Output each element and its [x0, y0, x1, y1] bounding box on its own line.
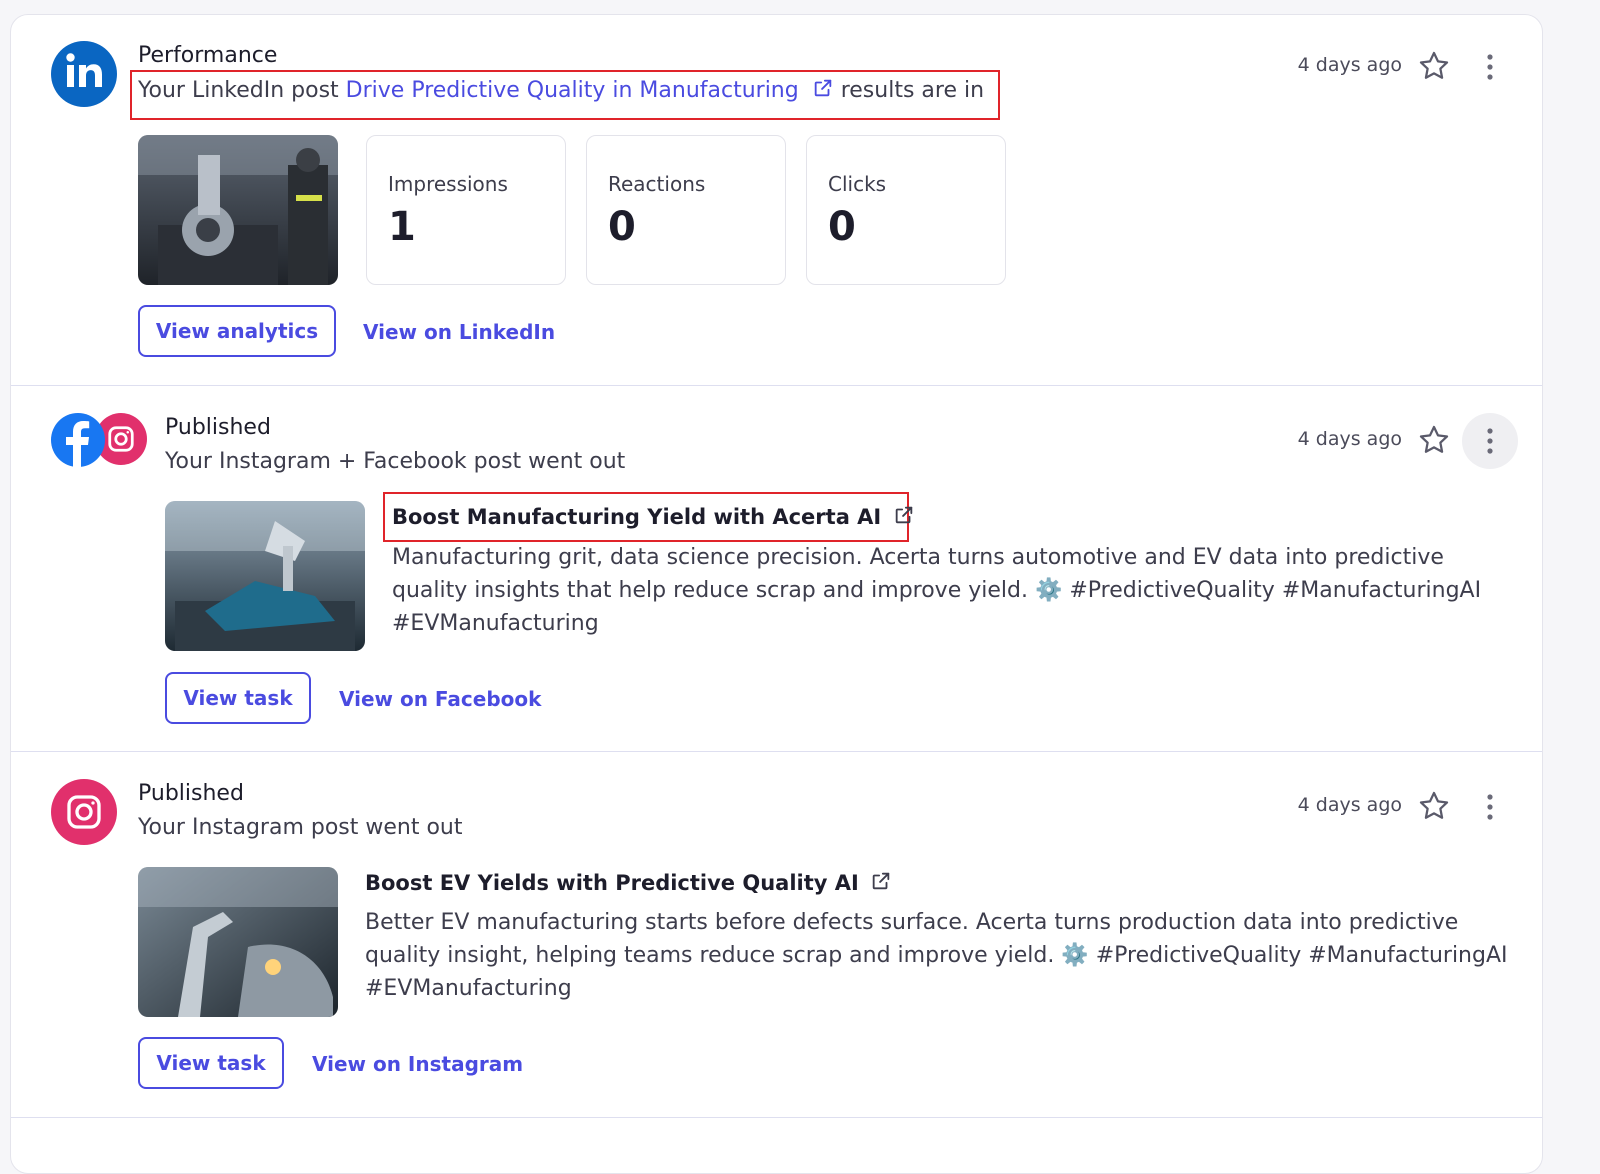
post-title: Boost EV Yields with Predictive Quality …	[365, 871, 859, 895]
view-on-instagram-link[interactable]: View on Instagram	[312, 1052, 523, 1076]
item-kicker: Published	[165, 415, 271, 440]
item-kicker: Published	[138, 781, 244, 806]
stat-label: Reactions	[608, 172, 706, 196]
post-body-line: #EVManufacturing	[392, 611, 599, 636]
post-link[interactable]: Drive Predictive Quality in Manufacturin…	[346, 78, 834, 103]
item-headline: Your Instagram post went out	[138, 815, 463, 840]
headline-prefix: Your LinkedIn post	[138, 78, 346, 103]
post-thumbnail	[138, 867, 338, 1017]
item-divider	[11, 1117, 1542, 1118]
timestamp: 4 days ago	[1297, 428, 1402, 450]
post-body-line: Better EV manufacturing starts before de…	[365, 910, 1459, 935]
external-link-icon	[872, 872, 890, 890]
linkedin-icon	[51, 41, 117, 107]
post-body-line: #EVManufacturing	[365, 976, 572, 1001]
stat-card-clicks: Clicks 0	[806, 135, 1006, 285]
post-link-label: Drive Predictive Quality in Manufacturin…	[345, 78, 799, 103]
stat-value: 0	[608, 204, 636, 250]
more-options-button[interactable]	[1462, 413, 1518, 469]
star-icon[interactable]	[1417, 789, 1451, 823]
post-thumbnail	[165, 501, 365, 651]
timestamp: 4 days ago	[1297, 794, 1402, 816]
view-task-button[interactable]: View task	[165, 672, 311, 724]
more-options-button[interactable]	[1462, 779, 1518, 835]
item-meta: 4 days ago	[1242, 413, 1542, 469]
post-body-line: quality insight, helping teams reduce sc…	[365, 943, 1508, 968]
feed-item-instagram: Published Your Instagram post went out 4…	[11, 752, 1542, 1122]
kebab-icon	[1487, 794, 1493, 820]
more-options-button[interactable]	[1462, 39, 1518, 95]
feed-item-linkedin-performance: Performance Your LinkedIn post Drive Pre…	[11, 15, 1542, 385]
facebook-icon	[51, 413, 105, 467]
stat-value: 0	[828, 204, 856, 250]
external-link-icon	[814, 79, 831, 97]
stat-card-reactions: Reactions 0	[586, 135, 786, 285]
item-headline: Your LinkedIn post Drive Predictive Qual…	[138, 77, 984, 103]
post-thumbnail	[138, 135, 338, 285]
feed-item-instagram-facebook: Published Your Instagram + Facebook post…	[11, 386, 1542, 751]
post-title-link[interactable]: Boost Manufacturing Yield with Acerta AI	[392, 504, 915, 529]
star-icon[interactable]	[1417, 423, 1451, 457]
post-title: Boost Manufacturing Yield with Acerta AI	[392, 505, 882, 529]
star-icon[interactable]	[1417, 49, 1451, 83]
view-on-linkedin-link[interactable]: View on LinkedIn	[363, 320, 555, 344]
view-on-facebook-link[interactable]: View on Facebook	[339, 687, 541, 711]
item-meta: 4 days ago	[1242, 39, 1542, 95]
timestamp: 4 days ago	[1297, 54, 1402, 76]
post-body-line: quality insights that help reduce scrap …	[392, 578, 1482, 603]
item-meta: 4 days ago	[1242, 779, 1542, 835]
stat-card-impressions: Impressions 1	[366, 135, 566, 285]
external-link-icon	[895, 506, 912, 524]
view-task-button[interactable]: View task	[138, 1037, 284, 1089]
activity-feed-card: Performance Your LinkedIn post Drive Pre…	[10, 14, 1543, 1174]
kebab-icon	[1487, 54, 1493, 80]
stat-label: Impressions	[388, 172, 508, 196]
item-headline: Your Instagram + Facebook post went out	[165, 449, 626, 474]
post-title-link[interactable]: Boost EV Yields with Predictive Quality …	[365, 870, 892, 895]
view-analytics-button[interactable]: View analytics	[138, 305, 336, 357]
kebab-icon	[1487, 428, 1493, 454]
stat-label: Clicks	[828, 172, 887, 196]
post-body: Manufacturing grit, data science precisi…	[392, 541, 1512, 640]
post-body-line: Manufacturing grit, data science precisi…	[392, 545, 1444, 570]
headline-suffix: results are in	[833, 78, 985, 103]
post-body: Better EV manufacturing starts before de…	[365, 906, 1535, 1005]
stat-value: 1	[388, 204, 416, 250]
instagram-icon	[51, 779, 117, 845]
item-kicker: Performance	[138, 43, 278, 68]
